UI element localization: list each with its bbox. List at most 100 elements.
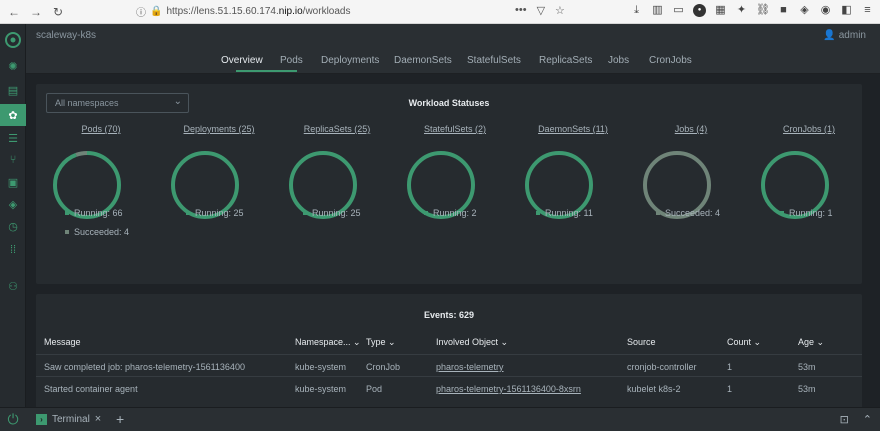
terminal-label: Terminal [52,413,90,425]
url-host: nip.io [278,6,303,17]
download-icon[interactable]: ⤓ [630,4,643,17]
extension-red-icon[interactable]: ◉ [819,4,832,17]
info-icon[interactable]: ⓘ [136,4,146,19]
legend-item: Succeeded: 4 [65,227,129,237]
power-icon[interactable]: ⏻ [5,411,21,427]
browser-toolbar: ← → ↻ ⓘ 🔒 https://lens.51.15.60.174. nip.… [0,0,880,24]
maximize-icon[interactable]: ⊡ [840,413,849,426]
tab-daemonsets[interactable]: DaemonSets [394,55,452,66]
column-header-count[interactable]: Count ⌄ [727,337,761,348]
terminal-tab[interactable]: › Terminal × [36,413,101,425]
table-divider [36,354,862,355]
legend-dot-icon [536,211,540,215]
events-title: Events: 629 [423,310,475,320]
tab-deployments[interactable]: Deployments [321,55,379,66]
column-header-source[interactable]: Source [627,337,656,347]
tab-overview[interactable]: Overview [221,55,263,66]
puzzle-icon[interactable]: ✦ [735,4,748,17]
column-header-age[interactable]: Age ⌄ [798,337,824,348]
extension-icon[interactable]: ● [693,4,706,17]
workload-tabs: Overview Pods Deployments DaemonSets Sta… [26,48,880,74]
legend-label: Succeeded: 4 [665,208,721,218]
workload-title-link[interactable]: Deployments (25) [169,124,269,134]
active-tab-indicator [236,70,297,72]
event-count: 1 [727,362,733,372]
main-content: All namespaces ⌄ Workload Statuses Pods … [26,74,880,410]
config-icon[interactable]: ☰ [5,130,21,146]
user-menu[interactable]: 👤 admin [823,30,866,41]
legend-dot-icon [424,211,428,215]
workloads-icon[interactable]: ✿ [0,104,26,126]
tab-statefulsets[interactable]: StatefulSets [467,55,521,66]
storage-icon[interactable]: ▣ [5,174,21,190]
namespaces-icon[interactable]: ◈ [5,196,21,212]
url-prefix: https://lens.51.15.60.174. [166,6,279,17]
pocket-icon[interactable]: ▽ [537,4,545,17]
legend-item: Running: 11 [536,208,593,218]
column-header-namespace[interactable]: Namespace... ⌄ [295,337,361,348]
event-type: Pod [366,384,383,394]
cluster-header: scaleway-k8s 👤 admin [26,24,880,48]
status-legend: Running: 1 [780,208,833,218]
network-icon[interactable]: ⑂ [5,152,21,168]
column-header-message[interactable]: Message [44,337,81,347]
status-legend: Running: 66 Succeeded: 4 [65,208,129,237]
bookmark-star-icon[interactable]: ☆ [555,4,565,17]
event-involved-object-link[interactable]: pharos-telemetry-1561136400-8xsrn [436,384,581,394]
add-terminal-icon[interactable]: + [116,411,124,427]
legend-item: Running: 25 [186,208,244,218]
workload-title-link[interactable]: StatefulSets (2) [405,124,505,134]
legend-dot-icon [65,230,69,234]
tab-pods[interactable]: Pods [280,55,303,66]
legend-dot-icon [186,211,190,215]
legend-item: Running: 1 [780,208,833,218]
back-icon[interactable]: ← [6,4,22,20]
legend-item: Succeeded: 4 [656,208,720,218]
event-source: cronjob-controller [627,362,697,372]
tab-jobs[interactable]: Jobs [608,55,629,66]
legend-label: Running: 66 [74,208,123,218]
shield-icon[interactable]: ◈ [798,4,811,17]
nodes-icon[interactable]: ▤ [5,82,21,98]
cluster-icon[interactable]: ✺ [5,58,21,74]
users-icon[interactable]: ⚇ [5,278,21,294]
close-icon[interactable]: × [95,413,101,425]
event-involved-object-link[interactable]: pharos-telemetry [436,362,504,372]
events-icon[interactable]: ◷ [5,218,21,234]
addon-icon[interactable]: ◧ [840,4,853,17]
status-legend: Running: 2 [424,208,477,218]
sidebar-icon[interactable]: ▭ [672,4,685,17]
event-count: 1 [727,384,733,394]
event-namespace: kube-system [295,384,347,394]
status-legend: Succeeded: 4 [656,208,720,218]
workload-title-link[interactable]: ReplicaSets (25) [287,124,387,134]
workload-title-link[interactable]: Jobs (4) [641,124,741,134]
event-message: Saw completed job: pharos-telemetry-1561… [44,362,245,372]
forward-icon[interactable]: → [28,4,44,20]
bottom-dock: ⏻ › Terminal × + ⊡ ⌃ [0,407,880,431]
column-header-involved-object[interactable]: Involved Object ⌄ [436,337,508,348]
lock-icon: 🔒 [150,6,163,17]
menu-icon[interactable]: ≡ [861,4,874,17]
workload-title-link[interactable]: CronJobs (1) [759,124,859,134]
column-header-type[interactable]: Type ⌄ [366,337,396,348]
url-bar[interactable]: ⓘ 🔒 https://lens.51.15.60.174. nip.io/wor… [136,3,350,21]
workload-title-link[interactable]: DaemonSets (11) [523,124,623,134]
grid-extension-icon[interactable]: ▦ [714,4,727,17]
tab-replicasets[interactable]: ReplicaSets [539,55,592,66]
event-type: CronJob [366,362,401,372]
chevron-up-icon[interactable]: ⌃ [863,413,872,426]
url-path: /workloads [302,6,351,17]
workload-title-link[interactable]: Pods (70) [51,124,151,134]
apps-icon[interactable]: ⁞⁞ [5,242,21,258]
page-actions-icon[interactable]: ••• [515,4,527,17]
link-icon[interactable]: ⛓ [756,4,770,17]
tab-cronjobs[interactable]: CronJobs [649,55,692,66]
event-age: 53m [798,362,816,372]
legend-dot-icon [780,211,784,215]
status-legend: Running: 11 [536,208,593,218]
user-icon: 👤 [823,30,836,41]
library-icon[interactable]: ▥ [651,4,664,17]
extension-dark-icon[interactable]: ■ [777,4,790,17]
reload-icon[interactable]: ↻ [50,4,66,20]
